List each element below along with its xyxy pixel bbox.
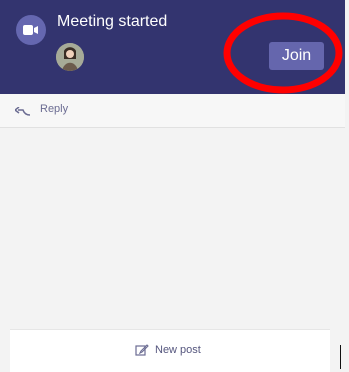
new-post-label: New post [155,344,201,356]
meeting-title: Meeting started [57,13,168,30]
avatar [56,43,84,71]
conversation-feed [0,128,345,327]
meeting-header: Meeting started Join [0,0,345,94]
reply-arrow-icon [13,104,31,122]
reply-row[interactable]: Reply [0,94,345,128]
video-camera-icon [16,15,46,45]
compose-icon [135,343,149,362]
join-button[interactable]: Join [269,42,324,70]
reply-label: Reply [40,103,69,115]
new-post-button[interactable]: New post [10,329,330,372]
text-caret [340,345,341,369]
